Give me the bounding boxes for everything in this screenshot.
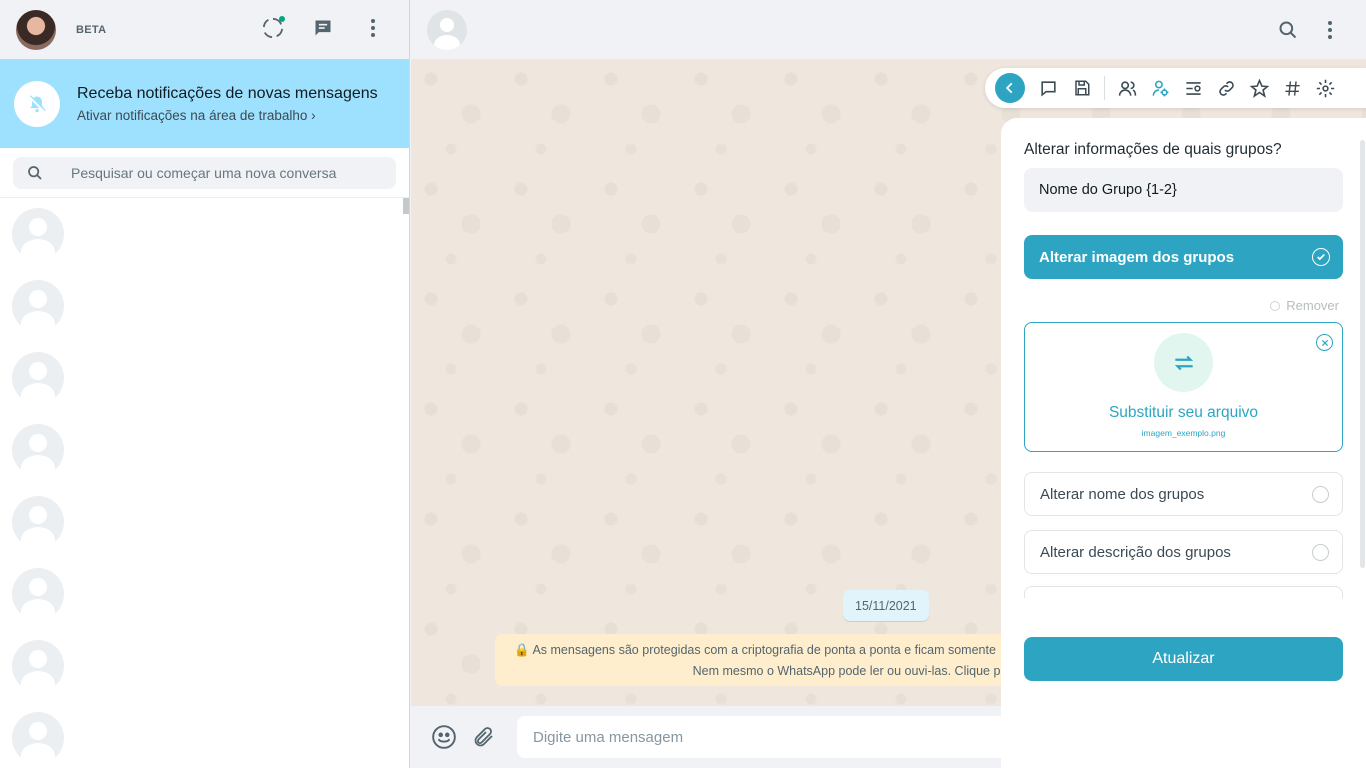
beta-badge: BETA (76, 23, 107, 36)
upload-title: Substituir seu arquivo (1108, 404, 1259, 421)
remove-image-toggle[interactable]: Remover (1024, 298, 1343, 313)
chat-list (0, 198, 410, 768)
group-name-field[interactable] (1039, 182, 1343, 198)
emoji-icon[interactable] (431, 724, 457, 750)
update-button[interactable]: Atualizar (1024, 637, 1343, 681)
left-header: BETA (0, 0, 409, 59)
link-icon[interactable] (1210, 73, 1243, 103)
group-name-field-box (1024, 168, 1343, 212)
contact-avatar[interactable] (427, 9, 467, 50)
list-item[interactable] (0, 414, 410, 486)
my-avatar[interactable] (16, 9, 56, 50)
panel-question: Alterar informações de quais grupos? (1024, 141, 1282, 158)
chevron-right-icon: › (311, 107, 316, 123)
avatar (12, 208, 64, 260)
next-option-peek (1024, 586, 1343, 598)
users-icon[interactable] (1111, 73, 1144, 103)
toolbar-divider (1104, 76, 1105, 100)
list-item[interactable] (0, 702, 410, 768)
list-item[interactable] (0, 558, 410, 630)
avatar (12, 352, 64, 404)
attach-icon[interactable] (471, 724, 497, 750)
menu-icon[interactable] (361, 16, 385, 40)
file-upload-area[interactable]: Substituir seu arquivo imagem_exemplo.pn… (1024, 322, 1343, 452)
settings-icon[interactable] (1309, 73, 1342, 103)
encryption-line-1: As mensagens são protegidas com a cripto… (532, 643, 996, 657)
enable-notifications-link[interactable]: Ativar notificações na área de trabalho … (77, 108, 378, 123)
encryption-notice[interactable]: 🔒 As mensagens são protegidas com a crip… (495, 634, 1015, 686)
search-icon (28, 166, 42, 180)
conversation-header (411, 0, 1366, 59)
star-icon[interactable] (1243, 73, 1276, 103)
avatar (12, 568, 64, 620)
remove-label: Remover (1286, 298, 1339, 313)
panel-scrollbar[interactable] (1360, 140, 1365, 568)
user-gear-icon[interactable] (1144, 73, 1177, 103)
list-settings-icon[interactable] (1177, 73, 1210, 103)
close-icon[interactable] (1316, 334, 1333, 351)
status-icon[interactable] (261, 16, 285, 40)
bell-off-icon (14, 80, 60, 127)
change-image-label: Alterar imagem dos grupos (1039, 248, 1235, 266)
search-messages-icon[interactable] (1276, 18, 1300, 42)
chat-list-pane: BETA Receba notificações de novas mensag… (0, 0, 410, 768)
list-item[interactable] (0, 486, 410, 558)
avatar (12, 712, 64, 764)
remove-radio (1270, 300, 1281, 311)
extension-toolbar (985, 68, 1366, 108)
new-chat-icon[interactable] (311, 16, 335, 40)
back-icon[interactable] (995, 73, 1025, 103)
change-image-option[interactable]: Alterar imagem dos grupos (1024, 235, 1343, 279)
change-name-label: Alterar nome dos grupos (1040, 485, 1205, 503)
lock-icon: 🔒 (514, 643, 530, 657)
replace-file-icon (1154, 333, 1213, 392)
group-settings-panel: Alterar informações de quais grupos? Alt… (1001, 118, 1366, 768)
chat-icon[interactable] (1032, 73, 1065, 103)
change-name-option[interactable]: Alterar nome dos grupos (1024, 472, 1343, 516)
encryption-line-2: Nem mesmo o WhatsApp pode ler ou ouvi-la… (692, 664, 1008, 678)
change-name-radio (1312, 485, 1329, 503)
search-bar (0, 148, 409, 198)
change-description-radio (1312, 543, 1329, 561)
change-description-label: Alterar descrição dos grupos (1040, 543, 1231, 561)
list-item[interactable] (0, 198, 410, 270)
avatar (12, 424, 64, 476)
notification-title: Receba notificações de novas mensagens (77, 84, 378, 102)
avatar (12, 640, 64, 692)
list-item[interactable] (0, 342, 410, 414)
check-circle-icon (1312, 248, 1330, 266)
status-dot (279, 16, 285, 22)
list-item[interactable] (0, 270, 410, 342)
conversation-menu-icon[interactable] (1318, 18, 1342, 42)
save-icon[interactable] (1065, 73, 1098, 103)
enable-notifications-label: Ativar notificações na área de trabalho (77, 107, 308, 123)
list-item[interactable] (0, 630, 410, 702)
hash-icon[interactable] (1276, 73, 1309, 103)
search-input[interactable] (71, 165, 371, 181)
avatar (12, 496, 64, 548)
avatar (12, 280, 64, 332)
notification-banner[interactable]: Receba notificações de novas mensagens A… (0, 59, 409, 148)
date-chip: 15/11/2021 (843, 590, 929, 621)
upload-filename: imagem_exemplo.png (1141, 428, 1226, 438)
change-description-option[interactable]: Alterar descrição dos grupos (1024, 530, 1343, 574)
chat-list-scrollbar[interactable] (403, 198, 409, 214)
